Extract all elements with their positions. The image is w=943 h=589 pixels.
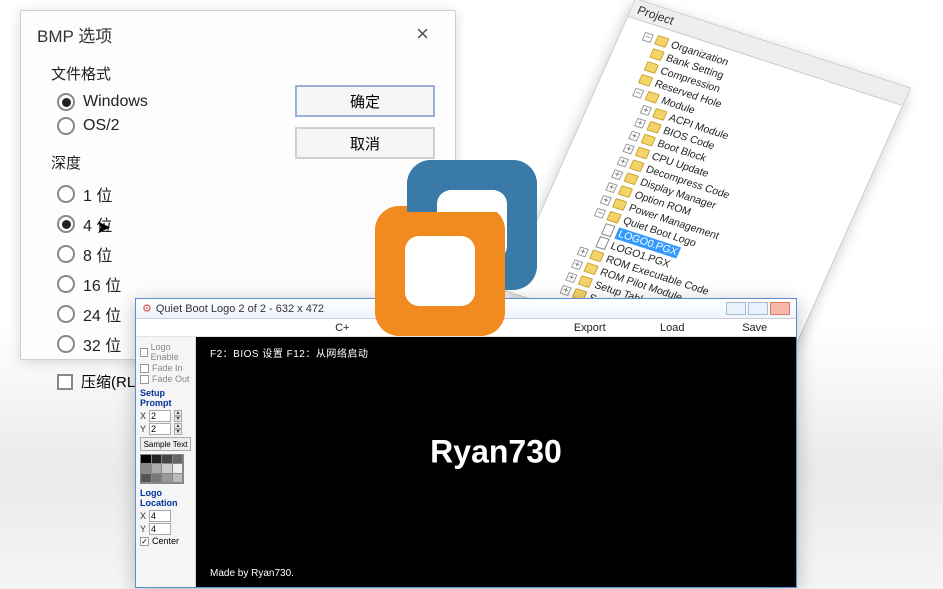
folder-icon	[606, 211, 622, 224]
folder-icon	[644, 61, 660, 74]
vmware-logo-icon	[375, 160, 545, 330]
folder-icon	[629, 159, 645, 172]
folder-icon	[578, 275, 594, 288]
logo-x-input[interactable]	[149, 510, 171, 522]
radio-icon	[57, 185, 75, 203]
expand-icon: +	[560, 284, 572, 295]
expand-icon: +	[634, 117, 646, 128]
expand-icon: +	[617, 156, 629, 167]
expand-icon: +	[577, 246, 589, 257]
logo-square-orange	[375, 206, 505, 336]
logo-y-input[interactable]	[149, 523, 171, 535]
fade-in-checkbox[interactable]: Fade In	[140, 363, 191, 373]
folder-icon	[646, 121, 662, 134]
folder-icon	[612, 198, 628, 211]
setup-x-input[interactable]	[149, 410, 171, 422]
bmp-title-text: BMP 选项	[37, 22, 112, 47]
setup-prompt-label: Setup Prompt	[140, 388, 191, 408]
folder-icon	[583, 262, 599, 275]
close-icon[interactable]: ×	[406, 21, 439, 47]
radio-16bit[interactable]: 16 位	[51, 269, 425, 299]
ok-button[interactable]: 确定	[295, 85, 435, 117]
folder-icon	[652, 108, 668, 121]
expand-icon: +	[611, 169, 623, 180]
menu-save[interactable]: Save	[714, 319, 797, 336]
folder-icon	[589, 249, 605, 262]
expand-icon: +	[565, 272, 577, 283]
cancel-button[interactable]: 取消	[295, 127, 435, 159]
folder-icon	[644, 91, 660, 104]
quiet-boot-window: ⚙ Quiet Boot Logo 2 of 2 - 632 x 472 C+ …	[135, 298, 797, 588]
checkbox-icon	[57, 374, 73, 390]
folder-icon	[641, 134, 657, 147]
folder-icon	[654, 35, 670, 48]
setup-y-input[interactable]	[149, 423, 171, 435]
close-icon[interactable]	[770, 302, 790, 315]
menu-item[interactable]: C+	[301, 319, 384, 336]
radio-icon	[57, 245, 75, 263]
minimize-icon[interactable]	[726, 302, 746, 315]
bios-hint-text: F2：BIOS 设置 F12：从网络启动	[210, 345, 368, 360]
collapse-icon: −	[642, 31, 654, 42]
setup-x-row: X▲▼	[140, 410, 191, 422]
radio-icon	[57, 305, 75, 323]
radio-icon	[57, 117, 75, 135]
menu-item[interactable]	[219, 319, 302, 336]
spinner-icon[interactable]: ▲▼	[174, 423, 182, 435]
folder-icon	[623, 172, 639, 185]
checkbox-icon	[140, 364, 149, 373]
menu-export[interactable]: Export	[549, 319, 632, 336]
app-icon: ⚙	[142, 302, 152, 315]
made-by-text: Made by Ryan730.	[210, 568, 294, 579]
logo-enable-checkbox[interactable]: Logo Enable	[140, 342, 191, 362]
folder-icon	[618, 185, 634, 198]
sample-text-button[interactable]: Sample Text	[140, 437, 191, 451]
qb-title-text: Quiet Boot Logo 2 of 2 - 632 x 472	[156, 303, 324, 315]
spinner-icon[interactable]: ▲▼	[174, 410, 182, 422]
radio-icon	[57, 93, 75, 111]
checkbox-icon	[140, 348, 148, 357]
maximize-icon[interactable]	[748, 302, 768, 315]
logo-x-row: X	[140, 510, 191, 522]
radio-icon	[57, 335, 75, 353]
color-swatch[interactable]	[140, 454, 184, 484]
expand-icon: +	[571, 259, 583, 270]
boot-preview: F2：BIOS 设置 F12：从网络启动 Ryan730 Made by Rya…	[196, 337, 796, 587]
radio-icon	[57, 275, 75, 293]
collapse-icon: −	[632, 87, 644, 98]
qb-side-panel: Logo Enable Fade In Fade Out Setup Promp…	[136, 337, 196, 587]
page-icon	[595, 236, 609, 250]
radio-4bit[interactable]: 4 位	[51, 209, 425, 239]
checkbox-icon	[140, 537, 149, 546]
folder-icon	[635, 147, 651, 160]
center-checkbox[interactable]: Center	[140, 536, 191, 546]
radio-icon	[57, 215, 75, 233]
menu-item[interactable]	[136, 319, 219, 336]
page-icon	[601, 223, 615, 237]
boot-logo-text: Ryan730	[430, 434, 562, 471]
logo-y-row: Y	[140, 523, 191, 535]
file-format-label: 文件格式	[51, 63, 425, 84]
expand-icon: +	[628, 130, 640, 141]
collapse-icon: −	[594, 207, 606, 218]
expand-icon: +	[640, 104, 652, 115]
logo-location-label: Logo Location	[140, 488, 191, 508]
fade-out-checkbox[interactable]: Fade Out	[140, 374, 191, 384]
setup-y-row: Y▲▼	[140, 423, 191, 435]
checkbox-icon	[140, 375, 149, 384]
expand-icon: +	[623, 143, 635, 154]
folder-icon	[638, 74, 654, 87]
expand-icon: +	[600, 194, 612, 205]
radio-8bit[interactable]: 8 位	[51, 239, 425, 269]
menu-load[interactable]: Load	[631, 319, 714, 336]
folder-icon	[649, 48, 665, 61]
radio-1bit[interactable]: 1 位	[51, 179, 425, 209]
expand-icon: +	[606, 182, 618, 193]
bmp-title-bar: BMP 选项 ×	[21, 11, 455, 53]
